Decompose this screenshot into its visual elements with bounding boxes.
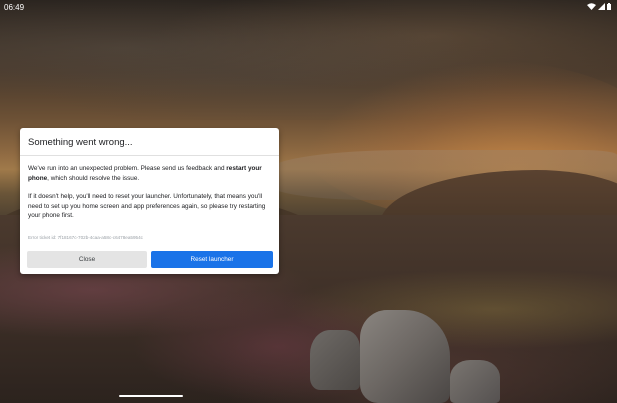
- reset-launcher-button[interactable]: Reset launcher: [151, 251, 273, 268]
- dialog-paragraph-1-suffix: , which should resolve the issue.: [47, 174, 140, 182]
- error-dialog: Something went wrong... We've run into a…: [20, 128, 279, 274]
- wallpaper-rock: [310, 330, 360, 390]
- wallpaper-rock: [360, 310, 450, 403]
- status-bar: 06:49: [0, 0, 617, 14]
- dialog-paragraph-1-prefix: We've run into an unexpected problem. Pl…: [28, 165, 227, 172]
- status-icons: [587, 3, 611, 10]
- error-ticket-id: Error ticket id: 7f18167c-702b-4caa-a58c…: [28, 235, 143, 240]
- battery-icon: [607, 3, 611, 10]
- dialog-title: Something went wrong...: [28, 137, 133, 148]
- dialog-paragraph-1: We've run into an unexpected problem. Pl…: [28, 164, 274, 183]
- dialog-paragraph-2: If it doesn't help, you'll need to reset…: [28, 193, 266, 220]
- dialog-body: We've run into an unexpected problem. Pl…: [28, 164, 274, 221]
- close-button[interactable]: Close: [27, 251, 147, 268]
- signal-icon: [598, 3, 605, 10]
- dialog-divider: [20, 155, 279, 156]
- wifi-icon: [587, 3, 596, 10]
- gesture-nav-handle[interactable]: [119, 395, 183, 397]
- wallpaper-rock: [450, 360, 500, 403]
- status-time: 06:49: [4, 3, 25, 12]
